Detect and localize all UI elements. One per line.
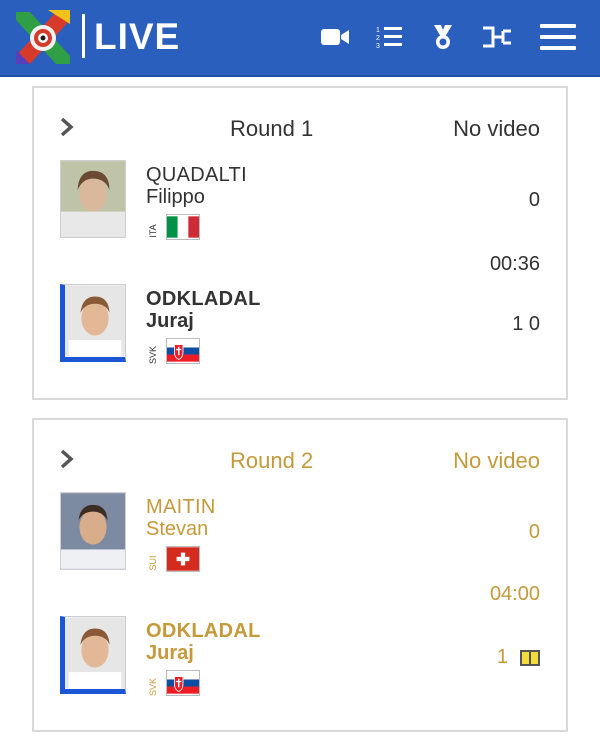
athlete-firstname: Stevan xyxy=(146,518,209,540)
contest-card[interactable]: Round 1 No video QUADALTI Filippo ITA 0 … xyxy=(32,86,568,400)
athlete-photo xyxy=(60,616,126,694)
svg-text:1: 1 xyxy=(376,27,380,34)
athlete-score: 0 xyxy=(528,189,540,211)
judo-logo-icon[interactable] xyxy=(12,6,74,68)
video-status: No video xyxy=(453,116,540,141)
flag-italy-icon xyxy=(166,214,200,240)
chevron-right-icon[interactable] xyxy=(58,116,76,138)
country-code: SUI xyxy=(148,555,158,571)
athlete-firstname: Juraj xyxy=(146,642,194,664)
country-code: ITA xyxy=(148,224,158,238)
svg-text:2: 2 xyxy=(376,35,380,42)
flag-slovakia-icon xyxy=(166,670,200,696)
app-title: LIVE xyxy=(94,16,181,57)
ranked-list-icon[interactable]: 1 2 3 xyxy=(372,20,406,54)
athlete-score: 0 xyxy=(528,521,540,543)
country-code: SVK xyxy=(148,346,158,365)
athlete-score-row: 1 xyxy=(497,646,540,669)
athlete-surname: ODKLADAL xyxy=(146,620,261,642)
header-divider xyxy=(82,14,85,58)
athlete-firstname: Filippo xyxy=(146,186,205,208)
flag-slovakia-icon xyxy=(166,338,200,364)
hamburger-menu-icon[interactable] xyxy=(538,20,578,54)
athlete-score: 1 xyxy=(496,646,508,668)
round-label: Round 2 xyxy=(230,448,314,473)
svg-text:3: 3 xyxy=(376,43,380,50)
contest-time: 04:00 xyxy=(489,583,540,605)
medal-icon[interactable] xyxy=(426,20,460,54)
contest-card[interactable]: Round 2 No video MAITIN Stevan SUI 0 04:… xyxy=(32,418,568,732)
athlete-firstname: Juraj xyxy=(146,310,194,332)
round-label: Round 1 xyxy=(230,116,314,141)
athlete-photo xyxy=(60,492,126,570)
athlete-photo xyxy=(60,284,126,362)
flag-switzerland-icon xyxy=(166,546,200,572)
chevron-right-icon[interactable] xyxy=(58,448,76,470)
country-code: SVK xyxy=(148,678,158,697)
athlete-photo xyxy=(60,160,126,238)
athlete-surname: ODKLADAL xyxy=(146,288,261,310)
athlete-surname: QUADALTI xyxy=(146,164,247,186)
app-header: LIVE 1 2 3 xyxy=(0,0,600,77)
contest-time: 00:36 xyxy=(489,253,540,275)
video-camera-icon[interactable] xyxy=(318,20,352,54)
bracket-icon[interactable] xyxy=(480,20,514,54)
athlete-score: 1 0 xyxy=(512,313,540,335)
athlete-surname: MAITIN xyxy=(146,496,216,518)
video-status: No video xyxy=(453,448,540,473)
shido-card-icon xyxy=(520,649,540,666)
